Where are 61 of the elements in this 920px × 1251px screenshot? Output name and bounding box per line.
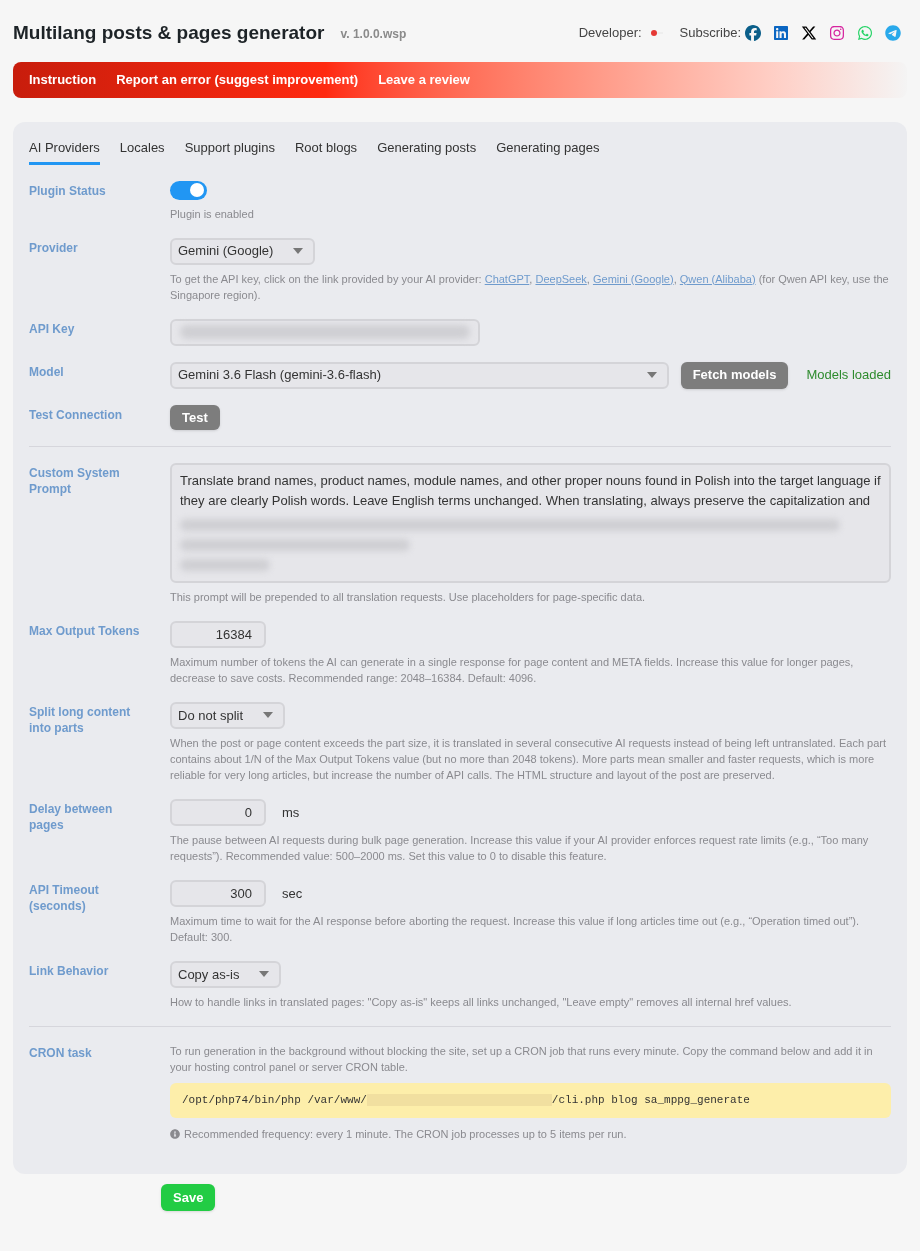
field-label: Plugin Status	[29, 182, 107, 199]
help-text: Maximum time to wait for the AI response before aborting the request. Increase this value if long articles time out (e.g., “Operation timed out”). Default: 300.	[170, 913, 861, 945]
telegram-icon[interactable]	[885, 25, 901, 41]
banner-link[interactable]: Instruction	[29, 70, 97, 90]
model-dropdown[interactable]: Gemini 3.6 Flash (gemini-3.6-flash)	[170, 361, 669, 389]
number-field[interactable]: 300	[170, 879, 266, 907]
field-label: Test Connection	[29, 406, 124, 423]
subscribe-label: Subscribe:	[679, 24, 741, 43]
field-label: API Timeout (seconds)	[29, 881, 100, 914]
help-text: To get the API key, click on the link provided by your AI provider: ChatGPT, DeepSeek, Gemini (Google), Qwen (Alibaba) (for Qwen API key, use the Singapore region).	[170, 271, 890, 303]
tab[interactable]: Generating pages	[496, 138, 600, 165]
dropdown[interactable]: Gemini (Google)	[170, 237, 316, 265]
page-title: Multilang posts & pages generator	[13, 20, 325, 45]
field-label: Link Behavior	[29, 962, 110, 979]
help-text: Maximum number of tokens the AI can generate in a single response for page content and META fields. Increase this value for longer pages, decrease to save costs. Recommended range: 2048–16384. Default: 4096.	[170, 654, 855, 686]
status-text: Models loaded	[806, 366, 891, 385]
help-text: How to handle links in translated pages: "Copy as-is" keeps all links unchanged, "Leave empty" removes all internal href values.	[170, 994, 793, 1010]
caret-icon	[646, 372, 657, 378]
caret-icon	[263, 712, 274, 719]
api-key-field[interactable]	[170, 318, 480, 346]
field-label: Provider	[29, 239, 79, 256]
cron-description: To run generation in the background without blocking the site, set up a CRON job that runs every minute. Copy the command below and add it in your hosting control panel or server CRON table.	[170, 1043, 874, 1075]
prompt-textarea[interactable]: Translate brand names, product names, module names, and other proper nouns found in Polish into the target language if they are clearly Polish words. Leave English terms unchanged. When translating, always preserve the capitalization and	[170, 462, 891, 583]
fetch-models-button[interactable]: Fetch models	[680, 361, 789, 389]
field-label: CRON task	[29, 1044, 93, 1061]
help-text: When the post or page content exceeds the part size, it is translated in several consecutive AI requests instead of being left untranslated. Each part contains about 1/N of the Max Output Tokens value (but no more than 2048 tokens). More parts mean smaller and faster requests, which is more reliable for very long articles, but increase the number of API calls. The HTML structure and layout of the post are preserved.	[170, 735, 888, 783]
dropdown[interactable]: Copy as-is	[170, 960, 282, 988]
tab[interactable]: Root blogs	[294, 138, 358, 165]
facebook-icon[interactable]	[745, 25, 761, 41]
tab[interactable]: Generating posts	[377, 138, 477, 165]
field-label: Split long content into parts	[29, 703, 132, 736]
field-label: Model	[29, 363, 65, 380]
help-text: The pause between AI requests during bulk page generation. Increase this value if your AI provider enforces request rate limits (e.g., “Too many requests”). Recommended value: 500–2000 ms. Set this value to 0 to disable this feature.	[170, 832, 870, 864]
instagram-icon[interactable]	[829, 25, 845, 41]
number-field[interactable]: 16384	[170, 620, 266, 648]
cron-note: Recommended frequency: every 1 minute. The CRON job processes up to 5 items per run.	[184, 1126, 627, 1142]
unit-label: ms	[282, 803, 300, 822]
field-label: Max Output Tokens	[29, 622, 141, 639]
tab[interactable]: Support plugins	[184, 138, 275, 165]
cron-command: /opt/php74/bin/php /var/www/ /cli.php blog sa_mppg_generate	[170, 1082, 891, 1118]
help-text: This prompt will be prepended to all translation requests. Use placeholders for page-specific data.	[170, 589, 647, 605]
developer-logo-icon	[649, 29, 664, 37]
linkedin-icon[interactable]	[773, 25, 789, 41]
toggle-switch[interactable]	[170, 180, 207, 200]
field-label: API Key	[29, 320, 76, 337]
unit-label: sec	[282, 884, 303, 903]
field-label: Custom System Prompt	[29, 464, 121, 497]
tab[interactable]: AI Providers	[29, 138, 100, 165]
version-label: v. 1.0.0.wsp	[340, 26, 407, 43]
field-label: Delay between pages	[29, 800, 114, 833]
number-field[interactable]: 0	[170, 798, 266, 826]
developer-label: Developer:	[578, 24, 642, 43]
caret-icon	[259, 971, 270, 978]
dropdown[interactable]: Do not split	[170, 701, 286, 729]
tab[interactable]: Locales	[119, 138, 165, 165]
test-button[interactable]: Test	[170, 404, 220, 430]
help-text: Plugin is enabled	[170, 206, 255, 222]
info-icon	[170, 1129, 180, 1139]
banner-link[interactable]: Report an error (suggest improvement)	[116, 70, 359, 90]
caret-icon	[293, 248, 304, 254]
x-icon[interactable]	[801, 25, 817, 41]
